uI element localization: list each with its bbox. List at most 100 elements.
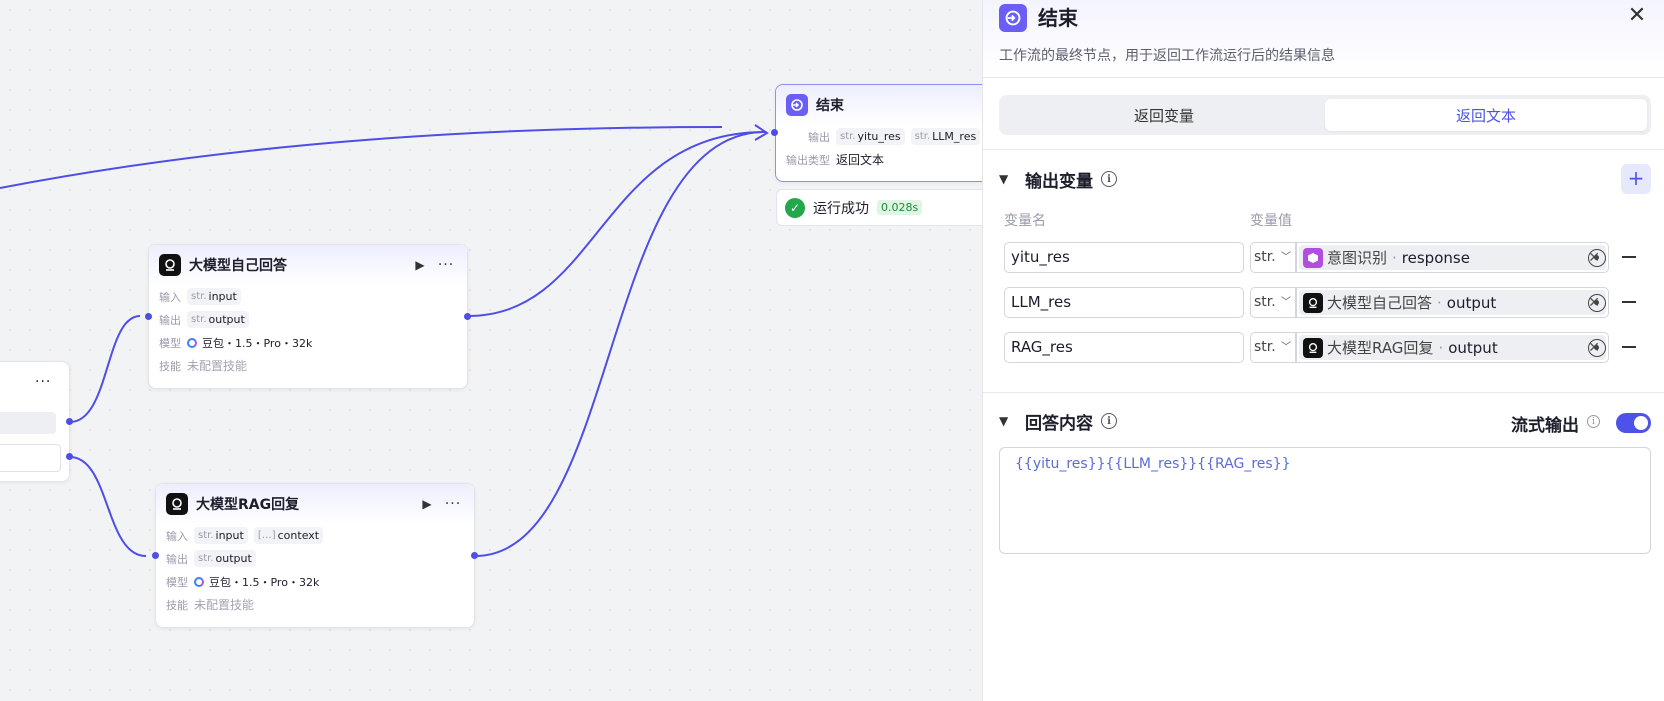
output-tag: str. yitu_res — [836, 128, 905, 145]
variable-picker-icon[interactable] — [1588, 249, 1606, 267]
info-icon[interactable]: i — [1587, 415, 1600, 428]
more-icon[interactable]: ··· — [435, 254, 457, 276]
output-label: 输出 — [159, 313, 181, 327]
variable-reference[interactable]: 意图识别 · response ✕ — [1296, 242, 1609, 273]
node-header: 大模型自己回答 ▶ ··· — [149, 245, 467, 285]
play-icon[interactable]: ▶ — [409, 254, 431, 276]
check-icon: ✓ — [785, 197, 805, 218]
input-row: 输入 str. input — [149, 285, 467, 308]
divider — [983, 149, 1664, 150]
end-node[interactable]: 结束 输出 str.yitu_res str.LLM_res str. 输出类型… — [775, 84, 982, 182]
variable-name-input[interactable]: RAG_res — [1004, 332, 1244, 363]
panel-description[interactable]: 工作流的最终节点，用于返回工作流运行后的结果信息 — [999, 45, 1335, 65]
section-title: 回答内容 — [1025, 413, 1093, 434]
intent-icon — [1303, 247, 1323, 268]
variable-picker-icon[interactable] — [1588, 339, 1606, 357]
edge-llm-to-end — [467, 131, 766, 317]
edge-start-to-end — [0, 126, 723, 189]
ref-field-name: output — [1446, 293, 1497, 312]
ref-separator: · — [1392, 248, 1397, 267]
variable-name-input[interactable]: yitu_res — [1004, 242, 1244, 273]
remove-row-icon[interactable] — [1622, 301, 1636, 303]
llm-rag-node[interactable]: 大模型RAG回复 ▶ ··· 输入 str. input […] context 输… — [155, 483, 475, 628]
input-label: 输入 — [166, 529, 188, 543]
play-icon[interactable]: ▶ — [416, 493, 438, 515]
output-row: 输出 str. output — [156, 547, 474, 570]
workflow-canvas[interactable]: ··· 大模型自己回答 ▶ ··· 输入 str. input 输出 str. ou… — [0, 0, 982, 701]
remove-row-icon[interactable] — [1622, 256, 1636, 258]
partial-intent-node[interactable]: ··· — [0, 361, 70, 482]
add-variable-button[interactable]: + — [1621, 164, 1651, 194]
port-end-in[interactable] — [771, 129, 778, 136]
more-icon[interactable]: ··· — [35, 374, 51, 390]
end-icon — [999, 4, 1027, 32]
chevron-down-icon[interactable]: ▼ — [999, 172, 1015, 186]
intent-branch-box — [0, 444, 61, 472]
llm-self-node[interactable]: 大模型自己回答 ▶ ··· 输入 str. input 输出 str. output… — [148, 244, 468, 389]
answer-section-header[interactable]: ▼ 回答内容 i — [999, 408, 1117, 434]
tab-return-variables[interactable]: 返回变量 — [1003, 99, 1325, 131]
tab-return-text[interactable]: 返回文本 — [1325, 99, 1647, 131]
answer-content-editor[interactable]: {{yitu_res}}{{LLM_res}}{{RAG_res}} — [999, 447, 1651, 554]
variable-name-input[interactable]: LLM_res — [1004, 287, 1244, 318]
chevron-down-icon: ﹀ — [1281, 342, 1291, 353]
run-status-badge[interactable]: ✓ 运行成功 0.028s — [776, 189, 982, 226]
column-header-value: 变量值 — [1250, 213, 1292, 229]
close-icon[interactable]: ✕ — [1625, 4, 1649, 28]
variable-type-select[interactable]: str. ﹀ — [1250, 242, 1296, 273]
model-name: 豆包・1.5・Pro・32k — [209, 575, 320, 589]
doubao-icon — [187, 337, 197, 348]
model-row: 模型 豆包・1.5・Pro・32k — [156, 570, 474, 593]
edge-intent-to-llm — [69, 315, 141, 423]
port-intent-out-1[interactable] — [66, 418, 73, 425]
variable-reference[interactable]: 大模型自己回答 · output ✕ — [1296, 287, 1609, 318]
ref-field-name: response — [1401, 248, 1470, 267]
output-label: 输出 — [808, 130, 830, 144]
skills-label: 技能 — [159, 359, 181, 373]
doubao-icon — [194, 576, 204, 587]
output-type-label: 输出类型 — [786, 153, 830, 167]
ref-node-name: 意图识别 — [1327, 249, 1388, 267]
input-row: 输入 str. input […] context — [156, 524, 474, 547]
model-name: 豆包・1.5・Pro・32k — [202, 336, 313, 350]
model-label: 模型 — [166, 575, 188, 589]
stream-output-toggle[interactable] — [1616, 413, 1651, 433]
info-icon[interactable]: i — [1101, 413, 1117, 429]
end-icon — [786, 94, 808, 116]
output-tag: str. output — [194, 550, 256, 567]
remove-row-icon[interactable] — [1622, 346, 1636, 348]
variable-type-select[interactable]: str. ﹀ — [1250, 287, 1296, 318]
port-rag-in[interactable] — [152, 552, 159, 559]
ref-node-name: 大模型RAG回复 — [1327, 339, 1434, 357]
info-icon[interactable]: i — [1101, 171, 1117, 187]
variable-picker-icon[interactable] — [1588, 294, 1606, 312]
run-time: 0.028s — [877, 200, 923, 215]
ref-separator: · — [1437, 293, 1442, 312]
panel-title[interactable]: 结束 — [1038, 4, 1078, 32]
port-llm-in[interactable] — [145, 313, 152, 320]
node-title: 大模型自己回答 — [189, 258, 287, 274]
return-mode-switch: 返回变量 返回文本 — [999, 95, 1651, 135]
skills-row: 技能 未配置技能 — [149, 354, 467, 377]
output-section-header[interactable]: ▼ 输出变量 i — [999, 166, 1117, 192]
variable-reference[interactable]: 大模型RAG回复 · output ✕ — [1296, 332, 1609, 363]
chevron-down-icon[interactable]: ▼ — [999, 414, 1015, 428]
more-icon[interactable]: ··· — [442, 493, 464, 515]
intent-branch-bar — [0, 412, 56, 434]
chevron-down-icon: ﹀ — [1281, 297, 1291, 308]
run-status-label: 运行成功 — [813, 200, 869, 217]
model-row: 模型 豆包・1.5・Pro・32k — [149, 331, 467, 354]
ref-field-name: output — [1448, 338, 1498, 357]
context-tag: […] context — [253, 527, 324, 544]
input-tag: str. input — [187, 288, 241, 305]
port-intent-out-2[interactable] — [66, 453, 73, 460]
port-llm-out[interactable] — [464, 313, 471, 320]
variable-type-select[interactable]: str. ﹀ — [1250, 332, 1296, 363]
output-label: 输出 — [166, 552, 188, 566]
input-label: 输入 — [159, 290, 181, 304]
reference-tag: 大模型RAG回复 · output ✕ — [1299, 335, 1606, 360]
port-rag-out[interactable] — [471, 552, 478, 559]
input-tag: str. input — [194, 527, 248, 544]
model-label: 模型 — [159, 336, 181, 350]
skills-value: 未配置技能 — [187, 359, 248, 373]
